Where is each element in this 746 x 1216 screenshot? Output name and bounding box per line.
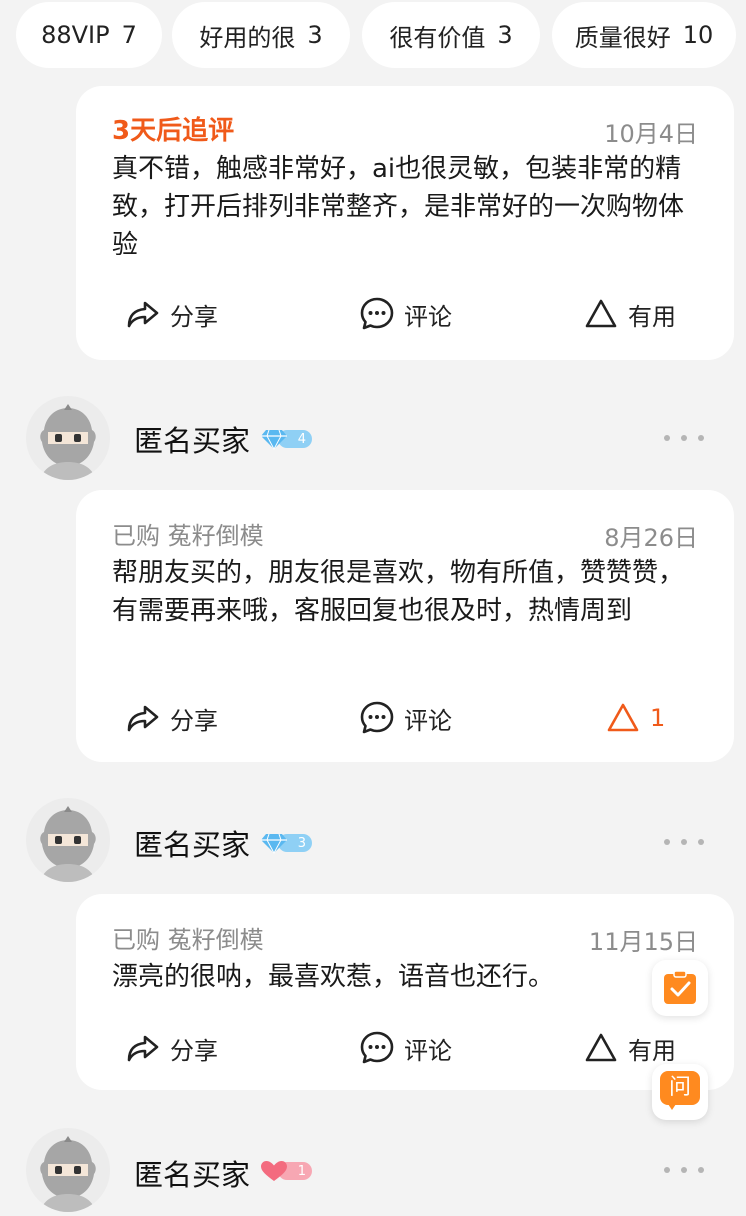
share-button[interactable]: 分享 xyxy=(124,294,218,334)
tag-count: 3 xyxy=(497,21,513,49)
tag-chip-easy-to-use[interactable]: 好用的很 3 xyxy=(172,2,350,68)
comment-button[interactable]: 评论 xyxy=(358,294,452,334)
share-label: 分享 xyxy=(170,1036,218,1065)
review-card-followup: 3天后追评 10月4日 真不错，触感非常好，ai也很灵敏，包装非常的精致，打开后… xyxy=(76,86,734,360)
useful-triangle-icon xyxy=(585,299,617,328)
dot-icon xyxy=(698,1167,704,1173)
comment-icon xyxy=(360,701,394,734)
useful-label: 有用 xyxy=(628,302,676,331)
share-icon xyxy=(127,705,159,732)
reviewer-name: 匿名买家 xyxy=(134,828,251,862)
comment-label: 评论 xyxy=(404,1036,452,1065)
dot-icon xyxy=(698,435,704,441)
review-text: 帮朋友买的，朋友很是喜欢，物有所值，赞赞赞，有需要再来哦，客服回复也很及时，热情… xyxy=(112,558,685,626)
useful-button[interactable]: 有用 xyxy=(582,294,676,334)
share-icon xyxy=(127,1035,159,1062)
comment-button[interactable]: 评论 xyxy=(358,698,452,738)
useful-button[interactable]: 有用 xyxy=(582,1028,676,1068)
dot-icon xyxy=(664,1167,670,1173)
floating-checklist-button[interactable] xyxy=(652,960,708,1016)
tag-label: 很有价值 xyxy=(389,23,486,52)
ask-bubble-icon: 问 xyxy=(660,1071,700,1113)
dot-icon xyxy=(681,435,687,441)
floating-ask-button[interactable]: 问 xyxy=(652,1064,708,1120)
tag-count: 7 xyxy=(121,21,137,49)
review-date: 8月26日 xyxy=(604,524,698,552)
useful-button-active[interactable]: 1 xyxy=(604,698,665,738)
reviewer-name: 匿名买家 xyxy=(134,1158,251,1192)
review-actions: 分享 评论 有用 xyxy=(76,294,734,334)
ask-label: 问 xyxy=(668,1075,691,1100)
tag-chip-good-quality[interactable]: 质量很好 10 xyxy=(552,2,736,68)
useful-triangle-icon xyxy=(585,1033,617,1062)
review-card: 已购 菟籽倒模 8月26日 帮朋友买的，朋友很是喜欢，物有所值，赞赞赞，有需要再… xyxy=(76,490,734,762)
reviewer-row: 匿名买家 3 xyxy=(0,796,746,886)
comment-button[interactable]: 评论 xyxy=(358,1028,452,1068)
diamond-icon xyxy=(261,429,287,450)
share-icon xyxy=(127,301,159,328)
tag-label: 88VIP xyxy=(41,21,110,49)
anonymous-avatar-icon xyxy=(40,404,96,480)
review-card: 已购 菟籽倒模 11月15日 漂亮的很呐，最喜欢惹，语音也还行。 分享 评论 有… xyxy=(76,894,734,1090)
dot-icon xyxy=(664,435,670,441)
share-button[interactable]: 分享 xyxy=(124,698,218,738)
heart-level-badge: 1 xyxy=(260,1160,312,1182)
avatar[interactable] xyxy=(26,798,110,882)
review-text: 漂亮的很呐，最喜欢惹，语音也还行。 xyxy=(112,962,555,992)
comment-icon xyxy=(360,297,394,330)
useful-triangle-icon xyxy=(607,703,639,732)
tag-count: 3 xyxy=(307,21,323,49)
more-options-button[interactable] xyxy=(664,832,704,852)
tag-label: 好用的很 xyxy=(199,23,296,52)
diamond-level-badge: 3 xyxy=(260,832,312,854)
comment-icon xyxy=(360,1031,394,1064)
avatar[interactable] xyxy=(26,396,110,480)
review-actions: 分享 评论 1 xyxy=(76,698,734,738)
diamond-icon xyxy=(261,833,287,854)
heart-icon xyxy=(261,1161,287,1181)
review-date: 11月15日 xyxy=(588,928,698,956)
followup-label: 3天后追评 xyxy=(112,116,235,146)
comment-label: 评论 xyxy=(404,706,452,735)
review-text: 真不错，触感非常好，ai也很灵敏，包装非常的精致，打开后排列非常整齐，是非常好的… xyxy=(112,154,685,260)
anonymous-avatar-icon xyxy=(40,806,96,882)
useful-count: 1 xyxy=(650,704,666,732)
anonymous-avatar-icon xyxy=(40,1136,96,1212)
tag-label: 质量很好 xyxy=(574,23,671,52)
comment-label: 评论 xyxy=(404,302,452,331)
purchased-item: 已购 菟籽倒模 xyxy=(112,926,264,954)
dot-icon xyxy=(664,839,670,845)
purchased-item: 已购 菟籽倒模 xyxy=(112,522,264,550)
share-label: 分享 xyxy=(170,302,218,331)
more-options-button[interactable] xyxy=(664,1160,704,1180)
share-label: 分享 xyxy=(170,706,218,735)
dot-icon xyxy=(681,839,687,845)
share-button[interactable]: 分享 xyxy=(124,1028,218,1068)
tag-chip-valuable[interactable]: 很有价值 3 xyxy=(362,2,540,68)
tag-count: 10 xyxy=(682,21,714,49)
diamond-level-badge: 4 xyxy=(260,428,312,450)
avatar[interactable] xyxy=(26,1128,110,1212)
more-options-button[interactable] xyxy=(664,428,704,448)
tag-chip-88vip[interactable]: 88VIP 7 xyxy=(16,2,162,68)
reviewer-name: 匿名买家 xyxy=(134,424,251,458)
checklist-icon xyxy=(664,970,696,1004)
dot-icon xyxy=(698,839,704,845)
reviewer-row: 匿名买家 4 xyxy=(0,394,746,484)
review-actions: 分享 评论 有用 xyxy=(76,1028,734,1068)
review-date: 10月4日 xyxy=(604,120,698,148)
useful-label: 有用 xyxy=(628,1036,676,1065)
dot-icon xyxy=(681,1167,687,1173)
reviewer-row: 匿名买家 1 xyxy=(0,1126,746,1216)
